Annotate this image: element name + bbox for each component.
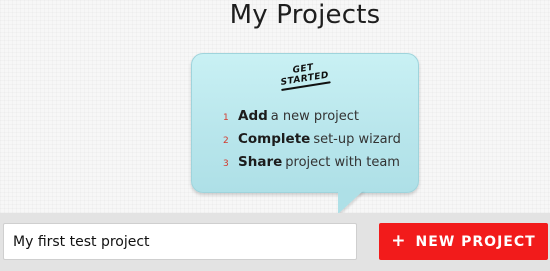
plus-icon: + — [391, 231, 407, 251]
steps-list: 1 Add a new project 2 Complete set-up wi… — [223, 108, 401, 177]
step-item: 1 Add a new project — [223, 108, 401, 131]
new-project-button-label: NEW PROJECT — [415, 233, 536, 250]
new-project-button[interactable]: + NEW PROJECT — [379, 223, 548, 260]
step-item: 2 Complete set-up wizard — [223, 131, 401, 154]
step-item: 3 Share project with team — [223, 154, 401, 177]
callout-pointer — [338, 190, 364, 214]
step-number: 1 — [223, 113, 229, 123]
get-started-heading: GET STARTED — [191, 47, 418, 105]
step-action: Share — [238, 154, 283, 170]
step-action: Add — [238, 108, 268, 124]
step-action: Complete — [238, 131, 311, 147]
step-number: 2 — [223, 136, 229, 146]
page-title: My Projects — [229, 0, 381, 30]
get-started-callout: GET STARTED 1 Add a new project 2 Comple… — [191, 53, 419, 193]
new-project-bar: + NEW PROJECT — [0, 213, 550, 271]
step-description: project with team — [285, 155, 400, 170]
project-name-input[interactable] — [3, 223, 357, 260]
step-description: a new project — [270, 109, 360, 124]
step-description: set-up wizard — [313, 132, 401, 147]
step-number: 3 — [223, 159, 229, 169]
